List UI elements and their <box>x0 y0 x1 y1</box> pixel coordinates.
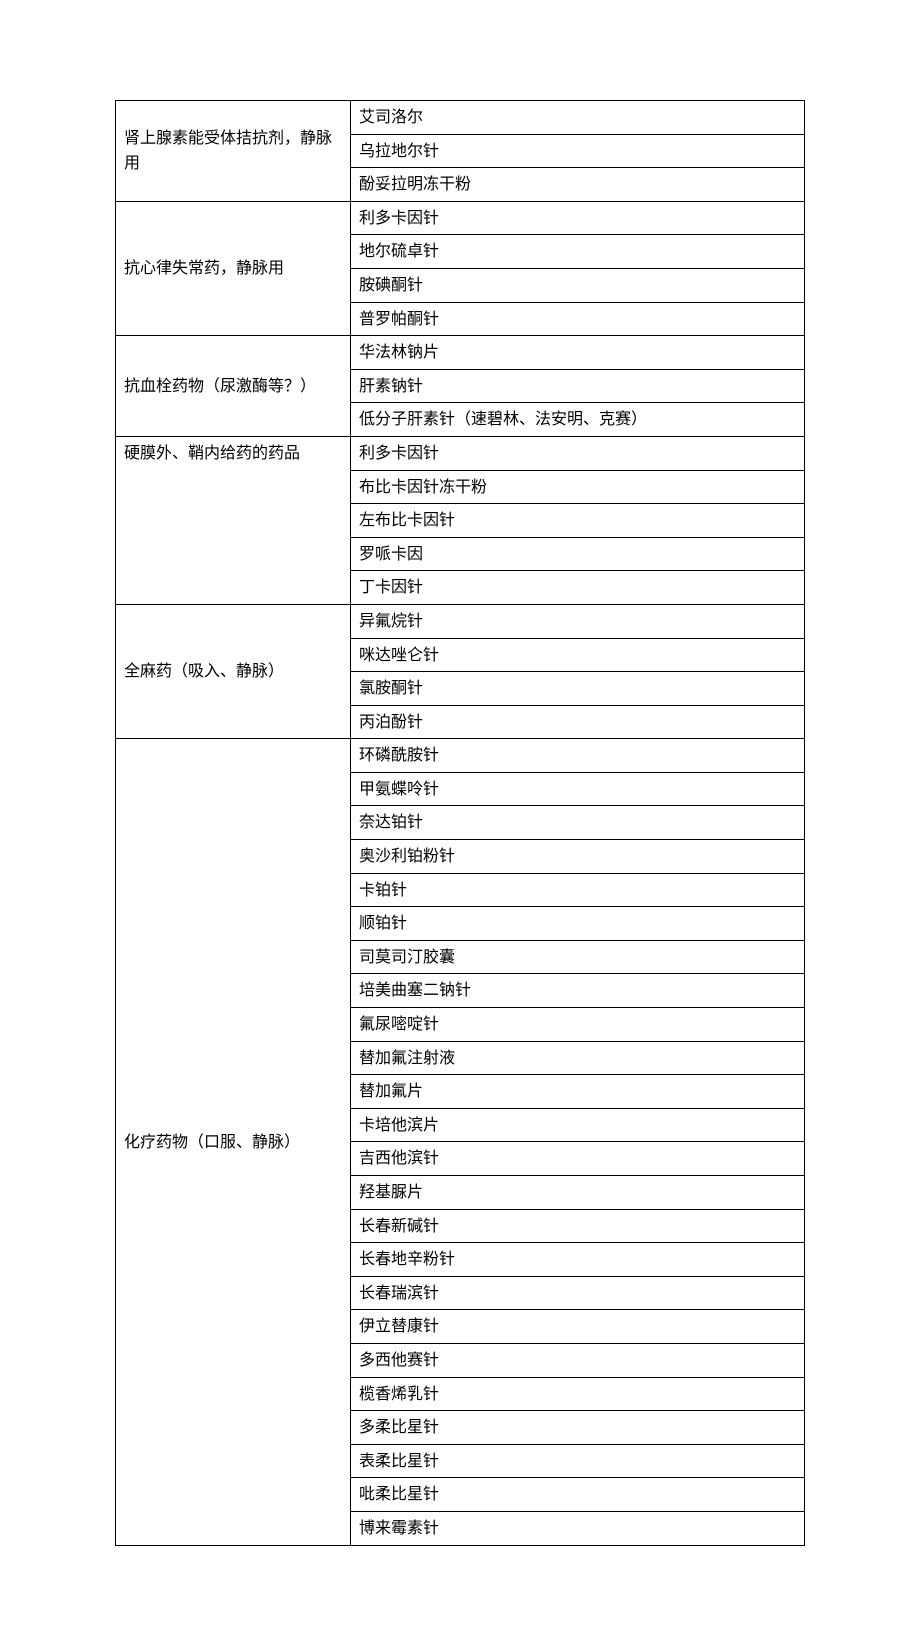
item-cell: 替加氟注射液 <box>351 1041 805 1075</box>
category-cell: 抗心律失常药，静脉用 <box>116 201 351 335</box>
item-cell: 榄香烯乳针 <box>351 1377 805 1411</box>
item-cell: 氯胺酮针 <box>351 672 805 706</box>
item-cell: 利多卡因针 <box>351 436 805 470</box>
item-cell: 普罗帕酮针 <box>351 302 805 336</box>
table-row: 肾上腺素能受体拮抗剂，静脉用艾司洛尔 <box>116 101 805 135</box>
item-cell: 地尔硫卓针 <box>351 235 805 269</box>
item-cell: 氟尿嘧啶针 <box>351 1008 805 1042</box>
item-cell: 多柔比星针 <box>351 1411 805 1445</box>
item-cell: 奈达铂针 <box>351 806 805 840</box>
item-cell: 华法林钠片 <box>351 336 805 370</box>
item-cell: 环磷酰胺针 <box>351 739 805 773</box>
item-cell: 罗哌卡因 <box>351 537 805 571</box>
category-cell: 化疗药物（口服、静脉） <box>116 739 351 1545</box>
item-cell: 吉西他滨针 <box>351 1142 805 1176</box>
table-row: 抗心律失常药，静脉用利多卡因针 <box>116 201 805 235</box>
category-cell: 硬膜外、鞘内给药的药品 <box>116 436 351 604</box>
item-cell: 左布比卡因针 <box>351 504 805 538</box>
item-cell: 替加氟片 <box>351 1075 805 1109</box>
item-cell: 培美曲塞二钠针 <box>351 974 805 1008</box>
item-cell: 肝素钠针 <box>351 369 805 403</box>
item-cell: 顺铂针 <box>351 907 805 941</box>
category-cell: 肾上腺素能受体拮抗剂，静脉用 <box>116 101 351 202</box>
item-cell: 伊立替康针 <box>351 1310 805 1344</box>
item-cell: 酚妥拉明冻干粉 <box>351 168 805 202</box>
item-cell: 胺碘酮针 <box>351 268 805 302</box>
table-row: 化疗药物（口服、静脉）环磷酰胺针 <box>116 739 805 773</box>
item-cell: 丁卡因针 <box>351 571 805 605</box>
item-cell: 乌拉地尔针 <box>351 134 805 168</box>
item-cell: 卡培他滨片 <box>351 1108 805 1142</box>
item-cell: 博来霉素针 <box>351 1511 805 1545</box>
item-cell: 布比卡因针冻干粉 <box>351 470 805 504</box>
item-cell: 吡柔比星针 <box>351 1478 805 1512</box>
item-cell: 异氟烷针 <box>351 604 805 638</box>
item-cell: 卡铂针 <box>351 873 805 907</box>
category-cell: 全麻药（吸入、静脉） <box>116 604 351 738</box>
item-cell: 低分子肝素针（速碧林、法安明、克赛） <box>351 403 805 437</box>
item-cell: 长春地辛粉针 <box>351 1243 805 1277</box>
item-cell: 咪达唑仑针 <box>351 638 805 672</box>
item-cell: 羟基脲片 <box>351 1176 805 1210</box>
table-row: 全麻药（吸入、静脉）异氟烷针 <box>116 604 805 638</box>
table-row: 硬膜外、鞘内给药的药品利多卡因针 <box>116 436 805 470</box>
item-cell: 多西他赛针 <box>351 1343 805 1377</box>
table-row: 抗血栓药物（尿激酶等？）华法林钠片 <box>116 336 805 370</box>
item-cell: 利多卡因针 <box>351 201 805 235</box>
item-cell: 长春新碱针 <box>351 1209 805 1243</box>
item-cell: 司莫司汀胶囊 <box>351 940 805 974</box>
item-cell: 艾司洛尔 <box>351 101 805 135</box>
item-cell: 表柔比星针 <box>351 1444 805 1478</box>
item-cell: 长春瑞滨针 <box>351 1276 805 1310</box>
category-cell: 抗血栓药物（尿激酶等？） <box>116 336 351 437</box>
item-cell: 甲氨蝶呤针 <box>351 772 805 806</box>
item-cell: 丙泊酚针 <box>351 705 805 739</box>
drug-categories-table: 肾上腺素能受体拮抗剂，静脉用艾司洛尔乌拉地尔针酚妥拉明冻干粉抗心律失常药，静脉用… <box>115 100 805 1546</box>
item-cell: 奥沙利铂粉针 <box>351 840 805 874</box>
